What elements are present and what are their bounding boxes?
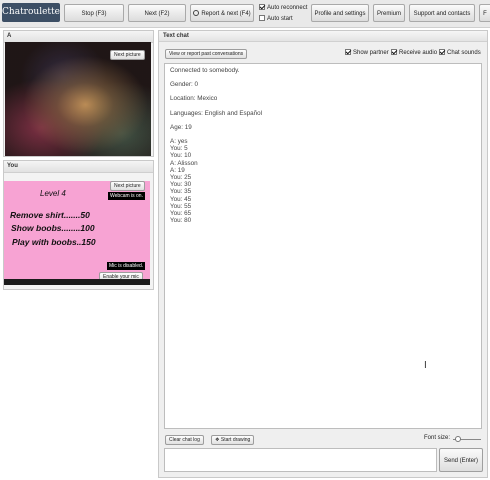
chat-message: You: 80 [170,217,192,225]
report-icon [193,10,200,16]
profile-settings-button[interactable]: Profile and settings [311,4,369,22]
sign-line-3: Play with boobs..150 [12,237,96,247]
start-drawing-button[interactable]: ❖ Start drawing [211,435,255,445]
show-partner-toggle[interactable]: Show partner [345,49,389,56]
receive-audio-checkbox[interactable] [391,49,397,55]
partner-panel: A Next picture [3,30,154,157]
report-next-label: Report & next (F4) [201,11,251,17]
next-button[interactable]: Next (F2) [128,4,186,22]
text-chat-panel: Text chat View or report past conversati… [158,30,488,478]
chat-message: You: 30 [170,181,192,189]
you-panel-title: You [4,161,153,173]
chatroulette-logo[interactable]: Chatroulette [2,3,60,22]
chat-message: You: 65 [170,210,192,218]
overflow-button[interactable]: F [479,4,490,22]
sign-level: Level 4 [40,189,66,198]
text-chat-title: Text chat [159,31,487,42]
chat-sounds-label: Chat sounds [447,50,481,56]
view-report-past-button[interactable]: View or report past conversations [165,49,248,59]
clear-chat-log-button[interactable]: Clear chat log [165,435,204,445]
send-button[interactable]: Send (Enter) [439,448,483,472]
show-partner-label: Show partner [353,50,389,56]
chat-message: You: 5 [170,145,188,153]
font-size-label: Font size: [424,435,451,441]
chat-message: You: 55 [170,202,192,210]
chat-age-line: Age: 19 [170,123,192,131]
auto-start-checkbox[interactable] [259,15,265,21]
self-webcam-view: Level 4 Remove shirt.......50 Show boobs… [4,181,150,285]
chat-connected-line: Connected to somebody. [170,67,240,74]
auto-reconnect-label: Auto reconnect [267,5,308,11]
chat-message: You: 35 [170,188,192,196]
chat-message: A: yes [170,138,188,146]
partner-next-picture-button[interactable]: Next picture [110,50,145,60]
auto-start-label: Auto start [267,16,293,22]
report-next-button[interactable]: Report & next (F4) [190,4,254,22]
chat-message-input[interactable] [164,448,437,472]
chat-sounds-toggle[interactable]: Chat sounds [439,49,481,56]
auto-start-toggle[interactable]: Auto start [259,15,293,22]
sign-line-2: Show boobs........100 [11,223,95,233]
auto-reconnect-checkbox[interactable] [259,4,265,10]
enable-mic-button[interactable]: Enable your mic [99,272,143,279]
chat-message: You: 25 [170,174,192,182]
receive-audio-label: Receive audio [399,50,438,56]
chat-log[interactable]: Connected to somebody. Gender: 0 Locatio… [164,63,482,429]
sign-line-1: Remove shirt.......50 [10,210,90,220]
show-partner-checkbox[interactable] [345,49,351,55]
text-cursor-icon: I [424,360,427,371]
chat-message: You: 10 [170,152,192,160]
chat-sounds-checkbox[interactable] [439,49,445,55]
chat-message: A: Alisson [170,159,198,167]
auto-reconnect-toggle[interactable]: Auto reconnect [259,4,307,11]
premium-button[interactable]: Premium [373,4,405,22]
stop-button[interactable]: Stop (F3) [64,4,124,22]
chat-message: You: 45 [170,195,192,203]
webcam-status-badge: Webcam is on. [108,192,145,200]
receive-audio-toggle[interactable]: Receive audio [391,49,437,56]
drawing-icon: ❖ [215,437,220,443]
font-size-slider-handle[interactable] [455,436,461,442]
chat-languages-line: Languages: English and Español [170,109,263,117]
start-drawing-label: Start drawing [220,437,251,443]
chat-location-line: Location: Mexico [170,95,218,103]
mic-status-badge: Mic is disabled. [107,262,146,270]
you-next-picture-button[interactable]: Next picture [110,181,145,191]
chat-gender-line: Gender: 0 [170,81,199,89]
chat-message: A: 19 [170,166,185,174]
support-contacts-button[interactable]: Support and contacts [409,4,475,22]
